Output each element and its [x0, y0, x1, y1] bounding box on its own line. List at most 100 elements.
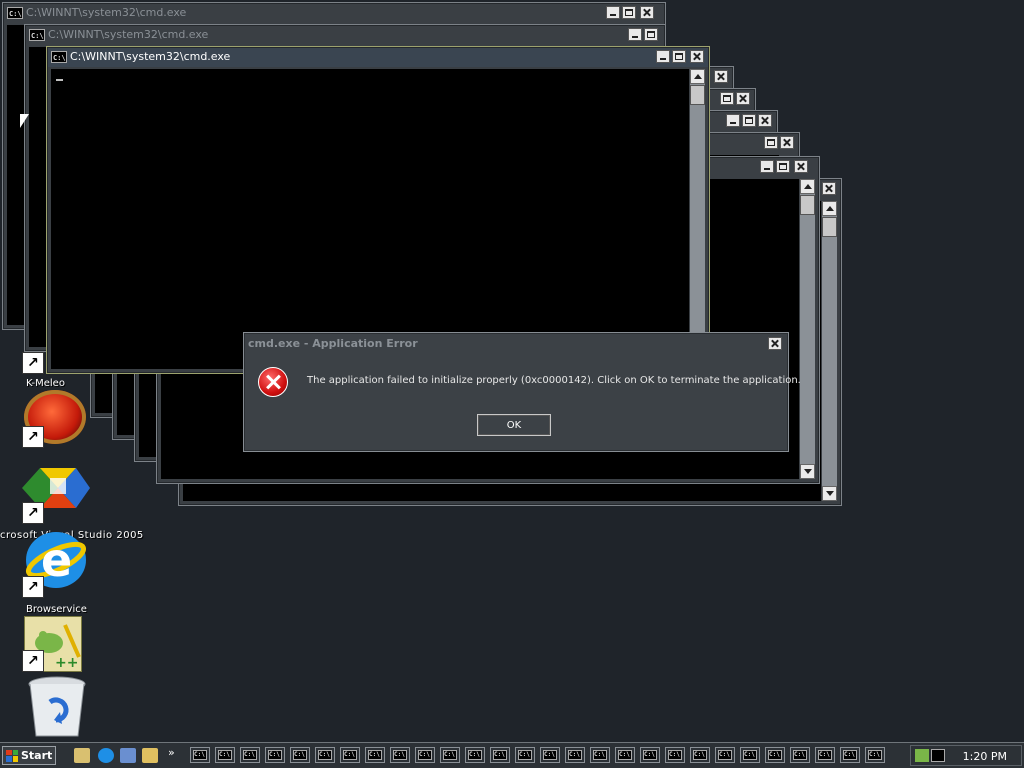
window-title: C:\WINNT\system32\cmd.exe — [48, 28, 209, 41]
title-bar[interactable]: C:\ C:\WINNT\system32\cmd.exe — [4, 4, 664, 23]
cmd-icon: C:\ — [668, 750, 682, 760]
minimize-button[interactable] — [628, 28, 642, 41]
taskbar-window-button[interactable]: C:\ — [215, 747, 235, 763]
scroll-thumb[interactable] — [822, 217, 837, 237]
taskbar-window-button[interactable]: C:\ — [565, 747, 585, 763]
taskbar-window-button[interactable]: C:\ — [365, 747, 385, 763]
taskbar-window-button[interactable]: C:\ — [690, 747, 710, 763]
taskbar-window-button[interactable]: C:\ — [315, 747, 335, 763]
system-tray: 1:20 PM — [910, 745, 1022, 766]
close-button[interactable] — [736, 92, 750, 105]
desktop-icon-browservice[interactable]: e ↗ Browservice — [20, 526, 100, 626]
maximize-button[interactable] — [742, 114, 756, 127]
internet-explorer-icon[interactable] — [98, 748, 114, 763]
scroll-down-arrow-icon[interactable] — [822, 486, 837, 501]
taskbar-window-button[interactable]: C:\ — [790, 747, 810, 763]
title-bar[interactable]: C:\ C:\WINNT\system32\cmd.exe — [26, 26, 664, 45]
cmd-icon: C:\ — [293, 750, 307, 760]
console-window-active[interactable]: C:\ C:\WINNT\system32\cmd.exe — [46, 46, 710, 374]
scroll-thumb[interactable] — [690, 85, 705, 105]
cmd-tray-icon[interactable] — [931, 749, 945, 762]
application-error-dialog[interactable]: cmd.exe - Application Error The applicat… — [243, 332, 801, 452]
cmd-icon: C:\ — [818, 750, 832, 760]
desktop-icon-notepad-plus[interactable]: ++ ↗ — [20, 614, 100, 674]
taskbar-window-button[interactable]: C:\ — [840, 747, 860, 763]
taskbar-window-button[interactable]: C:\ — [615, 747, 635, 763]
close-button[interactable] — [758, 114, 772, 127]
desktop-icon-label: K-Meleo — [26, 378, 65, 389]
clock[interactable]: 1:20 PM — [963, 750, 1007, 763]
scroll-thumb[interactable] — [800, 195, 815, 215]
taskbar-window-button[interactable]: C:\ — [265, 747, 285, 763]
taskbar-window-button[interactable]: C:\ — [665, 747, 685, 763]
vertical-scrollbar[interactable] — [800, 179, 815, 479]
taskbar-window-button[interactable]: C:\ — [640, 747, 660, 763]
cmd-icon: C:\ — [543, 750, 557, 760]
taskbar-window-button[interactable]: C:\ — [740, 747, 760, 763]
cmd-icon: C:\ — [793, 750, 807, 760]
taskbar-window-button[interactable]: C:\ — [290, 747, 310, 763]
taskbar-window-button[interactable]: C:\ — [515, 747, 535, 763]
quick-launch-chevron[interactable]: » — [168, 746, 175, 759]
maximize-button[interactable] — [776, 160, 790, 173]
close-button[interactable] — [768, 337, 782, 350]
scroll-up-arrow-icon[interactable] — [822, 201, 837, 216]
taskbar-window-button[interactable]: C:\ — [815, 747, 835, 763]
console-area[interactable] — [51, 69, 689, 369]
close-button[interactable] — [780, 136, 794, 149]
windows-logo-icon — [6, 749, 18, 762]
taskbar-window-button[interactable]: C:\ — [715, 747, 735, 763]
taskbar-window-button[interactable]: C:\ — [390, 747, 410, 763]
minimize-button[interactable] — [726, 114, 740, 127]
vertical-scrollbar[interactable] — [822, 201, 837, 501]
close-button[interactable] — [794, 160, 808, 173]
start-button[interactable]: Start — [2, 746, 56, 765]
taskbar-window-button[interactable]: C:\ — [540, 747, 560, 763]
desktop-icon-kmeleon[interactable]: ↗ K-Meleo ↗ — [20, 350, 100, 450]
show-desktop-icon[interactable] — [74, 748, 90, 763]
maximize-button[interactable] — [622, 6, 636, 19]
cmd-icon: C:\ — [368, 750, 382, 760]
maximize-button[interactable] — [644, 28, 658, 41]
scroll-up-arrow-icon[interactable] — [690, 69, 705, 84]
network-icon[interactable] — [915, 749, 929, 762]
taskbar-window-button[interactable]: C:\ — [465, 747, 485, 763]
taskbar-window-button[interactable]: C:\ — [590, 747, 610, 763]
explorer-icon[interactable] — [142, 748, 158, 763]
cmd-icon: C:\ — [343, 750, 357, 760]
close-button[interactable] — [822, 182, 836, 195]
dialog-title: cmd.exe - Application Error — [248, 337, 418, 350]
shortcut-arrow-icon: ↗ — [22, 426, 44, 448]
ok-button[interactable]: OK — [477, 414, 551, 436]
maximize-button[interactable] — [720, 92, 734, 105]
taskbar-window-button[interactable]: C:\ — [190, 747, 210, 763]
taskbar-window-button[interactable]: C:\ — [415, 747, 435, 763]
close-button[interactable] — [640, 6, 654, 19]
taskbar-window-button[interactable]: C:\ — [490, 747, 510, 763]
minimize-button[interactable] — [656, 50, 670, 63]
close-button[interactable] — [714, 70, 728, 83]
vertical-scrollbar[interactable] — [690, 69, 705, 369]
taskbar-window-button[interactable]: C:\ — [865, 747, 885, 763]
cmd-icon: C:\ — [193, 750, 207, 760]
outlook-express-icon[interactable] — [120, 748, 136, 763]
close-button[interactable] — [690, 50, 704, 63]
cmd-icon: C:\ — [768, 750, 782, 760]
desktop-icon-recycle-bin[interactable] — [24, 676, 104, 740]
window-title: C:\WINNT\system32\cmd.exe — [26, 6, 187, 19]
cmd-icon: C:\ — [318, 750, 332, 760]
scroll-down-arrow-icon[interactable] — [800, 464, 815, 479]
scroll-up-arrow-icon[interactable] — [800, 179, 815, 194]
taskbar-window-button[interactable]: C:\ — [240, 747, 260, 763]
maximize-button[interactable] — [672, 50, 686, 63]
taskbar-window-button[interactable]: C:\ — [440, 747, 460, 763]
cmd-icon: C:\ — [743, 750, 757, 760]
minimize-button[interactable] — [760, 160, 774, 173]
taskbar-window-button[interactable]: C:\ — [340, 747, 360, 763]
title-bar[interactable]: C:\ C:\WINNT\system32\cmd.exe — [48, 48, 708, 67]
mouse-pointer-icon — [20, 114, 29, 128]
taskbar-window-button[interactable]: C:\ — [765, 747, 785, 763]
cmd-icon: C:\ — [393, 750, 407, 760]
minimize-button[interactable] — [606, 6, 620, 19]
maximize-button[interactable] — [764, 136, 778, 149]
